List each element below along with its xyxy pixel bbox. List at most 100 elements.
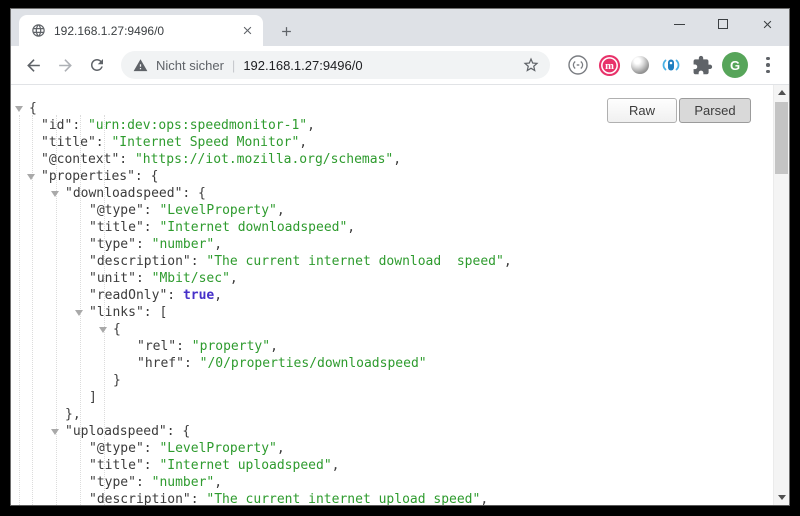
json-line: "links": [ — [11, 304, 773, 321]
collapse-toggle-icon[interactable] — [27, 174, 35, 180]
view-mode-toggle: Raw Parsed — [607, 98, 751, 123]
json-token: ] — [89, 390, 97, 405]
vertical-scrollbar[interactable] — [773, 85, 789, 505]
browser-window: 192.168.1.27:9496/0 — [10, 8, 790, 506]
json-line: "description": "The current internet dow… — [11, 253, 773, 270]
json-token: "id" — [41, 118, 72, 133]
json-token: , — [299, 135, 307, 150]
reload-icon — [88, 56, 106, 74]
json-line: "properties": { — [11, 168, 773, 185]
json-line: "uploadspeed": { — [11, 423, 773, 440]
json-line: "title": "Internet downloadspeed", — [11, 219, 773, 236]
raw-view-button[interactable]: Raw — [607, 98, 677, 123]
json-token: "The current internet download speed" — [206, 254, 503, 269]
json-token: , — [347, 220, 355, 235]
minimize-button[interactable] — [657, 9, 701, 39]
json-token: "https://iot.mozilla.org/schemas" — [135, 152, 393, 167]
scrollbar-thumb[interactable] — [775, 102, 788, 174]
json-token: "description" — [89, 254, 191, 269]
json-token: "type" — [89, 237, 136, 252]
json-line: "rel": "property", — [11, 338, 773, 355]
json-line: "description": "The current internet upl… — [11, 491, 773, 505]
json-line: "href": "/0/properties/downloadspeed" — [11, 355, 773, 372]
json-token: "@type" — [89, 441, 144, 456]
json-token: "property" — [192, 339, 270, 354]
back-button[interactable] — [17, 49, 49, 81]
json-token: "@type" — [89, 203, 144, 218]
json-token: "properties" — [41, 169, 135, 184]
close-icon — [761, 18, 774, 31]
json-line: { — [11, 321, 773, 338]
tab-close-icon[interactable] — [239, 23, 255, 39]
window-controls — [657, 9, 789, 39]
close-button[interactable] — [745, 9, 789, 39]
json-token: "Internet uploadspeed" — [159, 458, 331, 473]
json-token: , — [214, 288, 222, 303]
json-token: , — [230, 271, 238, 286]
new-tab-button[interactable] — [273, 18, 299, 44]
json-token: "uploadspeed" — [65, 424, 167, 439]
sphere-extension-icon[interactable] — [627, 52, 653, 78]
json-viewer: {"id": "urn:dev:ops:speedmonitor-1","tit… — [11, 100, 773, 505]
parsed-view-button[interactable]: Parsed — [679, 98, 751, 123]
url-text: 192.168.1.27:9496/0 — [243, 58, 522, 73]
json-token: "Internet Speed Monitor" — [111, 135, 299, 150]
json-token: : — [96, 135, 112, 150]
json-token: , — [504, 254, 512, 269]
json-token: "links" — [89, 305, 144, 320]
json-token: "title" — [89, 220, 144, 235]
scrollbar-down-arrow-icon[interactable] — [774, 490, 789, 505]
collapse-toggle-icon[interactable] — [75, 310, 83, 316]
json-token: , — [480, 492, 488, 505]
blue-audio-extension-icon[interactable] — [658, 52, 684, 78]
json-token: "readOnly" — [89, 288, 167, 303]
json-token: "LevelProperty" — [159, 203, 276, 218]
json-token: , — [393, 152, 401, 167]
json-token: "number" — [152, 237, 215, 252]
collapse-toggle-icon[interactable] — [15, 106, 23, 112]
reload-button[interactable] — [81, 49, 113, 81]
json-token: : — [167, 288, 183, 303]
profile-avatar: G — [722, 52, 748, 78]
json-line: "unit": "Mbit/sec", — [11, 270, 773, 287]
json-token: "title" — [89, 458, 144, 473]
forward-button[interactable] — [49, 49, 81, 81]
maximize-button[interactable] — [701, 9, 745, 39]
json-line: "title": "Internet Speed Monitor", — [11, 134, 773, 151]
omnibox-separator: | — [232, 58, 235, 73]
circle-brackets-extension-icon[interactable] — [565, 52, 591, 78]
json-token: , — [214, 475, 222, 490]
collapse-toggle-icon[interactable] — [51, 191, 59, 197]
svg-text:m: m — [605, 61, 614, 72]
address-bar[interactable]: Nicht sicher | 192.168.1.27:9496/0 — [121, 51, 550, 79]
scrollbar-up-arrow-icon[interactable] — [774, 85, 789, 100]
json-token: , — [307, 118, 315, 133]
json-token: "number" — [152, 475, 215, 490]
collapse-toggle-icon[interactable] — [99, 327, 107, 333]
json-line: "title": "Internet uploadspeed", — [11, 457, 773, 474]
json-line: "type": "number", — [11, 236, 773, 253]
json-token: , — [277, 203, 285, 218]
extensions-puzzle-icon[interactable] — [689, 52, 715, 78]
json-token: "urn:dev:ops:speedmonitor-1" — [88, 118, 307, 133]
collapse-toggle-icon[interactable] — [51, 429, 59, 435]
navigation-toolbar: Nicht sicher | 192.168.1.27:9496/0 m G — [11, 46, 789, 85]
json-token: : — [136, 237, 152, 252]
back-arrow-icon — [24, 56, 43, 75]
json-token: }, — [65, 407, 81, 422]
json-token: { — [29, 101, 37, 116]
pink-m-extension-icon[interactable]: m — [596, 52, 622, 78]
minimize-icon — [674, 24, 685, 25]
json-token: : — [144, 441, 160, 456]
browser-menu-button[interactable] — [755, 52, 781, 78]
sphere-glyph — [631, 56, 649, 74]
profile-button[interactable]: G — [720, 50, 750, 80]
titlebar: 192.168.1.27:9496/0 — [11, 9, 789, 46]
bookmark-star-icon[interactable] — [522, 56, 540, 74]
json-token: : — [72, 118, 88, 133]
json-line: }, — [11, 406, 773, 423]
json-token: : — [136, 271, 152, 286]
not-secure-warning-icon[interactable] — [133, 58, 148, 73]
browser-tab[interactable]: 192.168.1.27:9496/0 — [19, 15, 263, 46]
json-line: "@type": "LevelProperty", — [11, 202, 773, 219]
